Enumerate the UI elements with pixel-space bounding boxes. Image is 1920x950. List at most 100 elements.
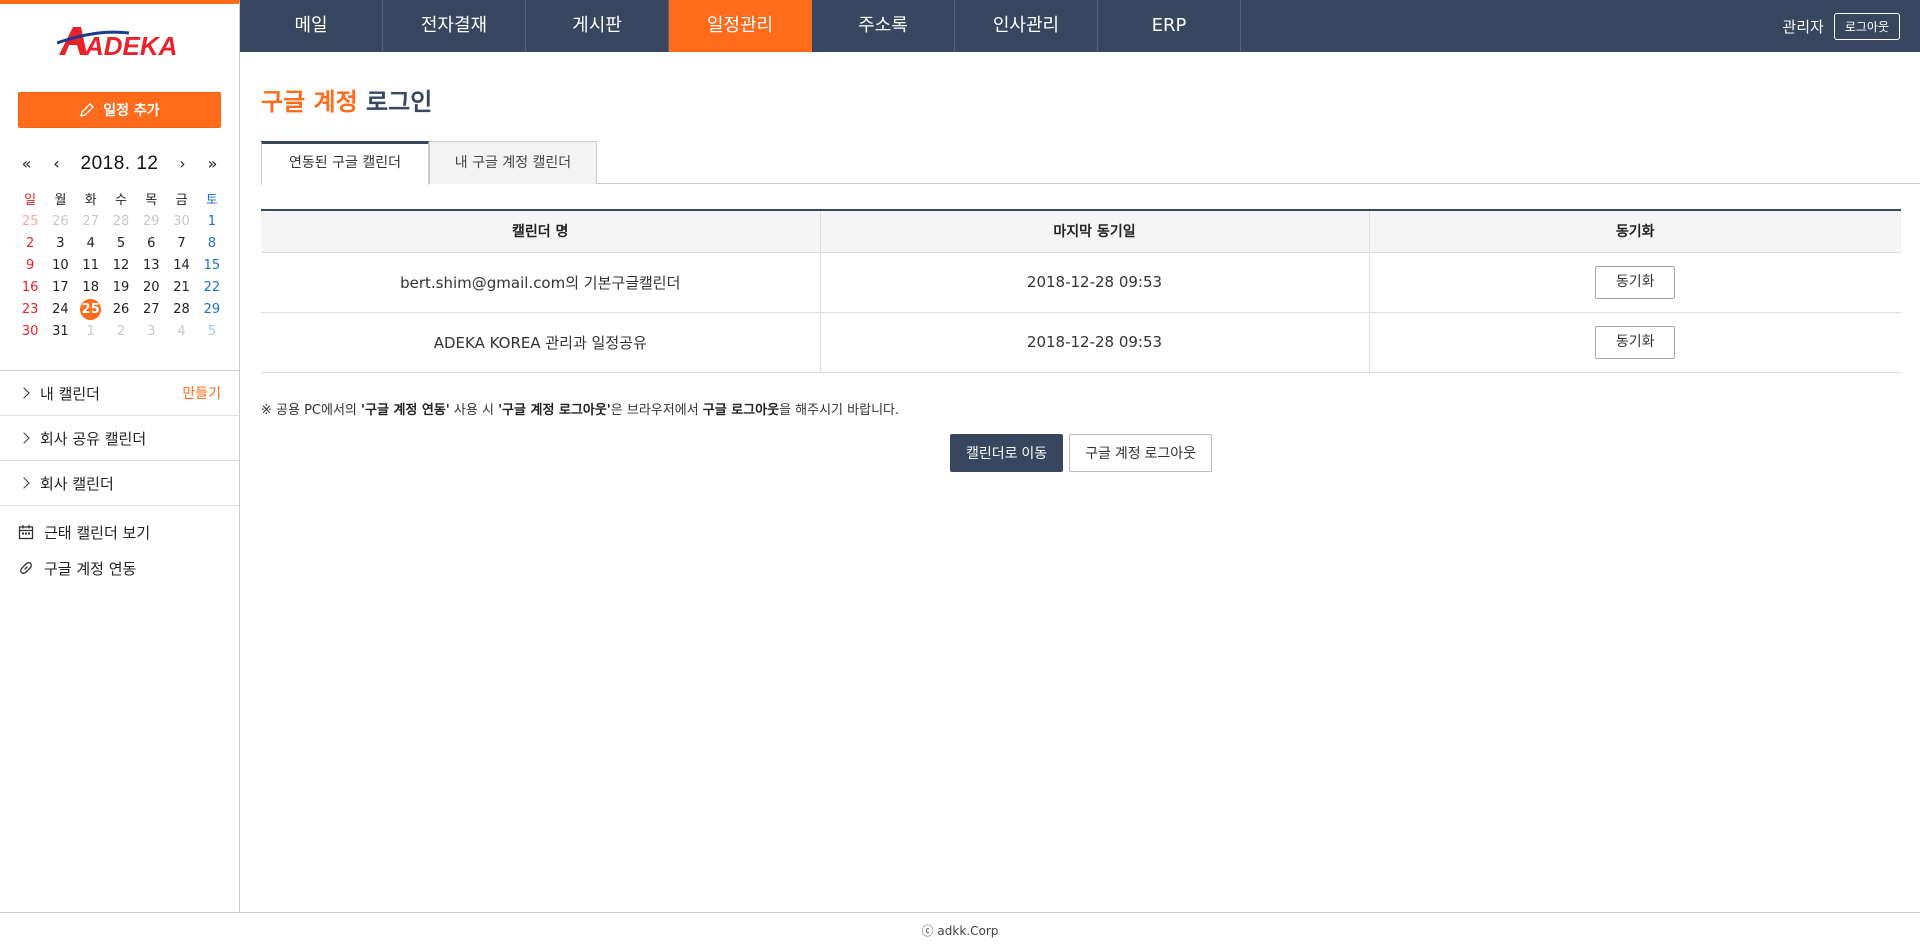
calendar-day[interactable]: 3 — [136, 320, 166, 342]
tab-schedule[interactable]: 일정관리 — [669, 0, 812, 52]
user-name: 관리자 — [1782, 18, 1824, 36]
calendar-day[interactable]: 19 — [106, 276, 136, 298]
calendar-day-number: 20 — [142, 279, 160, 295]
sidebar-link-attendance-calendar[interactable]: 근태 캘린더 보기 — [0, 514, 239, 550]
calendar-day[interactable]: 14 — [166, 254, 196, 276]
add-schedule-button[interactable]: 일정 추가 — [18, 92, 221, 128]
calendar-day[interactable]: 2 — [15, 232, 45, 254]
calendar-day[interactable]: 25 — [76, 298, 106, 320]
chevron-right-icon — [18, 432, 30, 444]
calendar-day-number: 26 — [112, 301, 130, 317]
calendar-day[interactable]: 4 — [76, 232, 106, 254]
calendar-day-number: 4 — [177, 323, 186, 339]
tab-mail[interactable]: 메일 — [240, 0, 383, 52]
tab-linked-google-calendars[interactable]: 연동된 구글 캘린더 — [261, 141, 429, 185]
calendar-day[interactable]: 20 — [136, 276, 166, 298]
tab-hr[interactable]: 인사관리 — [955, 0, 1098, 52]
calendar-day[interactable]: 6 — [136, 232, 166, 254]
calendar-day-number: 2 — [26, 235, 35, 251]
calendar-day[interactable]: 18 — [76, 276, 106, 298]
calendar-day[interactable]: 8 — [197, 232, 227, 254]
user-area: 관리자 로그아웃 — [1782, 13, 1900, 40]
calendar-day[interactable]: 26 — [45, 210, 75, 232]
column-header-calendar-name: 캘린더 명 — [261, 210, 820, 253]
action-buttons: 캘린더로 이동 구글 계정 로그아웃 — [261, 433, 1901, 472]
calendar-day-number: 23 — [21, 301, 39, 317]
notice-bold: '구글 계정 로그아웃' — [498, 402, 611, 418]
sync-button[interactable]: 동기화 — [1595, 265, 1676, 299]
sidebar-item-label: 내 캘린더 — [40, 384, 100, 403]
calendar-day[interactable]: 25 — [15, 210, 45, 232]
next-month-icon[interactable]: › — [168, 152, 198, 176]
calendar-day[interactable]: 9 — [15, 254, 45, 276]
go-to-calendar-button[interactable]: 캘린더로 이동 — [950, 433, 1064, 472]
sidebar-item-label: 회사 캘린더 — [40, 474, 114, 493]
calendar-day[interactable]: 5 — [106, 232, 136, 254]
tab-board[interactable]: 게시판 — [526, 0, 669, 52]
calendar-day[interactable]: 24 — [45, 298, 75, 320]
calendar-day[interactable]: 17 — [45, 276, 75, 298]
calendar-day[interactable]: 28 — [166, 298, 196, 320]
calendar-day-number: 30 — [21, 323, 39, 339]
calendar-day[interactable]: 29 — [136, 210, 166, 232]
calendar-day-number: 11 — [82, 257, 99, 273]
next-year-icon[interactable]: » — [198, 152, 228, 176]
sync-cell: 동기화 — [1368, 252, 1901, 313]
calendar-day-number: 28 — [112, 213, 130, 229]
calendar-day[interactable]: 22 — [197, 276, 227, 298]
calendar-day[interactable]: 13 — [136, 254, 166, 276]
google-logout-button[interactable]: 구글 계정 로그아웃 — [1069, 433, 1212, 472]
calendar-day-number: 25 — [21, 213, 39, 229]
sync-cell: 동기화 — [1368, 312, 1901, 373]
tab-erp[interactable]: ERP — [1098, 0, 1241, 52]
calendar-day[interactable]: 28 — [106, 210, 136, 232]
logout-button[interactable]: 로그아웃 — [1833, 13, 1900, 40]
calendar-day[interactable]: 11 — [76, 254, 106, 276]
calendar-day[interactable]: 21 — [166, 276, 196, 298]
calendar-day[interactable]: 30 — [15, 320, 45, 342]
logo[interactable]: ADEKA — [0, 4, 239, 70]
tab-my-google-calendars[interactable]: 내 구글 계정 캘린더 — [429, 141, 597, 184]
tab-approval[interactable]: 전자결재 — [383, 0, 526, 52]
calendar-day[interactable]: 23 — [15, 298, 45, 320]
calendar-day[interactable]: 30 — [166, 210, 196, 232]
calendar-day[interactable]: 10 — [45, 254, 75, 276]
content-tabs: 연동된 구글 캘린더 내 구글 계정 캘린더 — [261, 141, 1920, 185]
tab-address-book[interactable]: 주소록 — [812, 0, 955, 52]
mini-calendar: 일월화수목금토 25 26 27 28 29 30 1 2 3 4 5 6 7 8 9 10 11 12 13 14 1… — [15, 186, 227, 342]
calendar-year-month: 2018. 12 — [80, 153, 159, 174]
calendar-day[interactable]: 3 — [45, 232, 75, 254]
calendar-day[interactable]: 1 — [76, 320, 106, 342]
calendar-day[interactable]: 15 — [197, 254, 227, 276]
sidebar-item-label: 회사 공유 캘린더 — [40, 429, 147, 448]
calendar-day[interactable]: 27 — [136, 298, 166, 320]
top-navigation: 메일 전자결재 게시판 일정관리 주소록 인사관리 ERP 관리자 로그아웃 — [240, 0, 1920, 52]
prev-year-icon[interactable]: « — [12, 152, 42, 176]
sync-button[interactable]: 동기화 — [1595, 325, 1676, 359]
calendar-day[interactable]: 16 — [15, 276, 45, 298]
calendar-day[interactable]: 2 — [106, 320, 136, 342]
calendar-icon — [18, 525, 34, 540]
sidebar-item-company-calendar[interactable]: 회사 캘린더 — [0, 461, 239, 506]
calendar-day[interactable]: 31 — [45, 320, 75, 342]
calendar-day-number: 17 — [52, 279, 69, 295]
calendar-day[interactable]: 5 — [197, 320, 227, 342]
calendar-day[interactable]: 27 — [76, 210, 106, 232]
calendar-day[interactable]: 7 — [166, 232, 196, 254]
calendar-day-number: 29 — [203, 301, 221, 317]
calendar-day[interactable]: 4 — [166, 320, 196, 342]
adeka-logo: ADEKA — [56, 27, 177, 59]
calendar-day-number: 27 — [82, 213, 99, 229]
sidebar-link-google-account[interactable]: 구글 계정 연동 — [0, 550, 239, 586]
weekday-header: 금 — [175, 192, 188, 208]
weekday-header: 월 — [54, 192, 67, 208]
create-calendar-link[interactable]: 만들기 — [182, 383, 221, 403]
calendar-day[interactable]: 12 — [106, 254, 136, 276]
sidebar-item-my-calendar[interactable]: 내 캘린더 만들기 — [0, 371, 239, 416]
calendar-day[interactable]: 1 — [197, 210, 227, 232]
calendar-day[interactable]: 29 — [197, 298, 227, 320]
copyright-text: ⓒ adkk.Corp — [921, 924, 999, 938]
calendar-day[interactable]: 26 — [106, 298, 136, 320]
sidebar-item-company-shared-calendar[interactable]: 회사 공유 캘린더 — [0, 416, 239, 461]
prev-month-icon[interactable]: ‹ — [42, 152, 72, 176]
